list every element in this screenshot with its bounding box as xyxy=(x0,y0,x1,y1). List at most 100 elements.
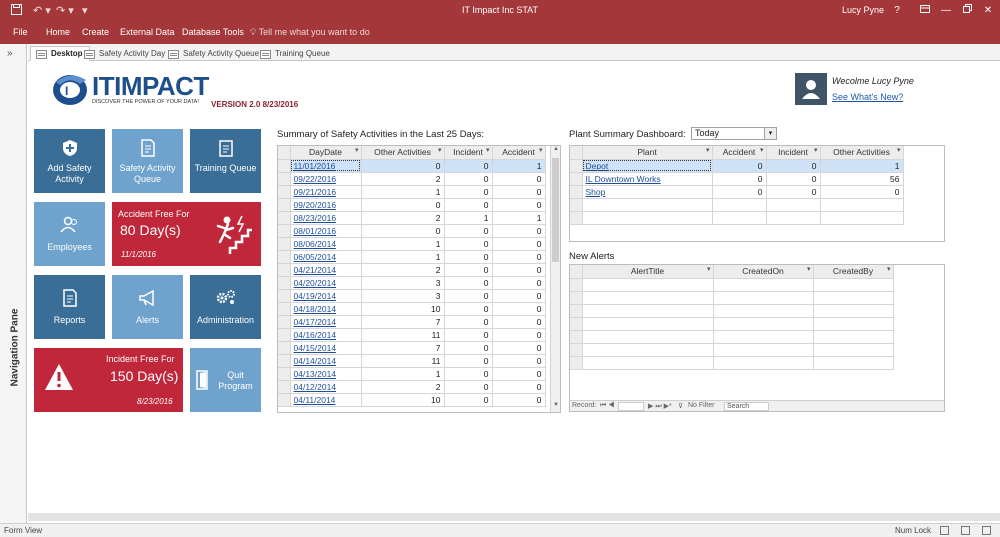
table-cell[interactable]: 0 xyxy=(492,263,546,277)
table-cell[interactable]: 04/12/2014 xyxy=(290,380,362,394)
employees-button[interactable]: Employees xyxy=(34,202,105,266)
table-row[interactable]: 04/14/2014 11 0 0 xyxy=(278,354,546,368)
table-cell[interactable]: 0 xyxy=(444,172,493,186)
close-button[interactable]: ✕ xyxy=(977,3,999,19)
chevron-down-icon[interactable]: ▾ xyxy=(897,146,901,154)
row-selector[interactable] xyxy=(570,185,583,199)
summary-datasheet[interactable]: DayDate ▾ Other Activities ▾ Incident ▾ Acc… xyxy=(277,145,561,413)
table-cell[interactable]: 0 xyxy=(492,289,546,303)
table-cell[interactable]: 0 xyxy=(444,328,493,342)
table-cell[interactable]: 1 xyxy=(820,159,904,173)
table-cell[interactable]: 0 xyxy=(492,185,546,199)
table-cell[interactable]: 0 xyxy=(492,341,546,355)
record-nav-next-last-icon[interactable]: ▶ ⏭ ▶* xyxy=(648,402,672,411)
table-cell[interactable]: 10 xyxy=(361,393,445,407)
chevron-down-icon[interactable]: ▾ xyxy=(707,265,711,273)
search-field[interactable]: Search xyxy=(724,402,769,411)
table-row[interactable]: 04/16/2014 11 0 0 xyxy=(278,328,546,342)
table-cell[interactable]: 04/11/2014 xyxy=(290,393,362,407)
safety-activity-queue-button[interactable]: Safety Activity Queue xyxy=(112,129,183,193)
table-row[interactable]: 04/18/2014 10 0 0 xyxy=(278,302,546,316)
table-row[interactable]: 04/20/2014 3 0 0 xyxy=(278,276,546,290)
column-header-other-activities[interactable]: Other Activities ▾ xyxy=(361,146,445,160)
table-cell[interactable]: 0 xyxy=(492,315,546,329)
chevron-down-icon[interactable]: ▾ xyxy=(764,128,776,139)
row-selector[interactable] xyxy=(278,263,291,277)
user-name[interactable]: Lucy Pyne xyxy=(842,5,884,15)
table-cell[interactable]: 0 xyxy=(492,237,546,251)
table-row[interactable]: 08/23/2016 2 1 1 xyxy=(278,211,546,225)
table-row[interactable]: 04/21/2014 2 0 0 xyxy=(278,263,546,277)
table-cell[interactable]: 0 xyxy=(361,159,445,173)
table-cell[interactable]: 3 xyxy=(361,289,445,303)
table-row[interactable]: 04/13/2014 1 0 0 xyxy=(278,367,546,381)
expand-nav-icon[interactable]: » xyxy=(7,48,13,59)
table-cell[interactable]: 04/18/2014 xyxy=(290,302,362,316)
scrollbar-thumb[interactable] xyxy=(552,158,559,262)
plant-datasheet[interactable]: Plant ▾ Accident ▾ Incident ▾ Other Activit… xyxy=(569,145,945,242)
table-cell[interactable]: 1 xyxy=(361,250,445,264)
no-filter-label[interactable]: No Filter xyxy=(688,402,714,409)
table-cell[interactable]: 0 xyxy=(766,159,821,173)
table-cell[interactable]: 0 xyxy=(444,354,493,368)
table-cell[interactable]: 0 xyxy=(444,263,493,277)
table-row[interactable]: IL Downtown Works 0 0 56 xyxy=(570,172,904,186)
chevron-down-icon[interactable]: ▾ xyxy=(887,265,891,273)
table-row[interactable]: 09/22/2016 2 0 0 xyxy=(278,172,546,186)
table-cell[interactable]: 04/16/2014 xyxy=(290,328,362,342)
table-cell[interactable]: 7 xyxy=(361,315,445,329)
table-cell[interactable]: Shop xyxy=(582,185,713,199)
table-cell[interactable]: 7 xyxy=(361,341,445,355)
table-cell[interactable]: 1 xyxy=(361,237,445,251)
table-cell[interactable]: 3 xyxy=(361,276,445,290)
administration-button[interactable]: Administration xyxy=(190,275,261,339)
row-selector[interactable] xyxy=(278,289,291,303)
row-selector[interactable] xyxy=(278,328,291,342)
chevron-down-icon[interactable]: ▾ xyxy=(760,146,764,154)
table-cell[interactable]: 0 xyxy=(492,354,546,368)
table-cell[interactable]: 0 xyxy=(444,289,493,303)
chevron-down-icon[interactable]: ▾ xyxy=(706,146,710,154)
table-cell[interactable]: 0 xyxy=(444,250,493,264)
table-cell[interactable]: 04/14/2014 xyxy=(290,354,362,368)
table-cell[interactable]: 04/21/2014 xyxy=(290,263,362,277)
table-cell[interactable]: 0 xyxy=(444,159,493,173)
tab-training-queue[interactable]: Training Queue xyxy=(254,46,337,61)
navigation-pane-label[interactable]: Navigation Pane xyxy=(10,293,21,403)
column-header-accident[interactable]: Accident ▾ xyxy=(712,146,767,160)
table-cell[interactable]: 0 xyxy=(444,237,493,251)
table-cell[interactable]: 0 xyxy=(492,393,546,407)
table-cell[interactable]: 1 xyxy=(492,211,546,225)
ribbon-options-icon[interactable] xyxy=(914,3,936,19)
row-selector[interactable] xyxy=(278,211,291,225)
table-cell[interactable]: 1 xyxy=(492,159,546,173)
table-cell[interactable]: 0 xyxy=(492,224,546,238)
table-cell[interactable]: IL Downtown Works xyxy=(582,172,713,186)
table-cell[interactable]: 04/15/2014 xyxy=(290,341,362,355)
table-cell[interactable]: 08/23/2016 xyxy=(290,211,362,225)
table-cell[interactable]: 0 xyxy=(444,393,493,407)
add-safety-activity-button[interactable]: Add Safety Activity xyxy=(34,129,105,193)
row-selector[interactable] xyxy=(278,393,291,407)
table-cell[interactable]: 0 xyxy=(712,185,767,199)
column-header-created-on[interactable]: CreatedOn ▾ xyxy=(713,265,814,279)
column-header-created-by[interactable]: CreatedBy ▾ xyxy=(813,265,894,279)
scroll-up-icon[interactable]: ▲ xyxy=(551,146,560,156)
row-selector[interactable] xyxy=(278,172,291,186)
table-cell[interactable]: 56 xyxy=(820,172,904,186)
table-cell[interactable]: 0 xyxy=(361,198,445,212)
table-row[interactable]: 08/06/2014 1 0 0 xyxy=(278,237,546,251)
tab-home[interactable]: Home xyxy=(46,27,70,37)
alerts-button[interactable]: Alerts xyxy=(112,275,183,339)
row-selector[interactable] xyxy=(278,380,291,394)
tab-file[interactable]: File xyxy=(13,27,28,37)
table-cell[interactable]: 0 xyxy=(444,315,493,329)
record-number-input[interactable] xyxy=(618,402,644,411)
table-cell[interactable]: 0 xyxy=(492,172,546,186)
table-cell[interactable]: 11 xyxy=(361,328,445,342)
table-cell[interactable]: 08/06/2014 xyxy=(290,237,362,251)
table-cell[interactable]: 0 xyxy=(492,276,546,290)
table-cell[interactable]: 0 xyxy=(444,224,493,238)
row-selector[interactable] xyxy=(278,367,291,381)
table-cell[interactable]: 04/20/2014 xyxy=(290,276,362,290)
